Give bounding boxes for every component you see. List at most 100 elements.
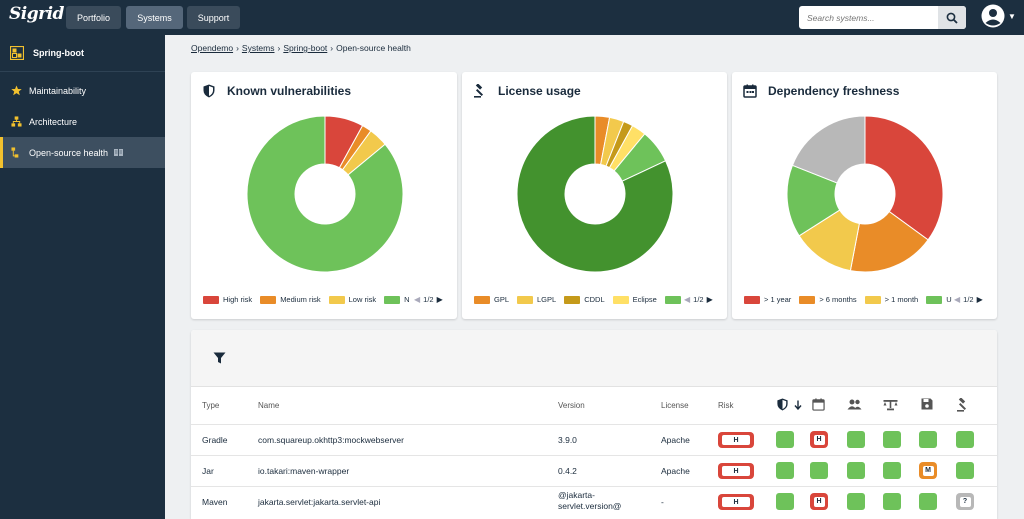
next-page-arrow[interactable]: ▶ bbox=[977, 295, 983, 304]
sidebar-item-architecture[interactable]: Architecture bbox=[0, 106, 165, 137]
next-page-arrow[interactable]: ▶ bbox=[437, 295, 443, 304]
legend-pager: ◀ 1/2 ▶ bbox=[684, 295, 713, 304]
legend-item[interactable]: Low risk bbox=[328, 295, 376, 304]
breadcrumb-spring-boot[interactable]: Spring-boot bbox=[283, 43, 327, 53]
card-title: Dependency freshness bbox=[743, 84, 899, 98]
management-column-save-icon[interactable] bbox=[921, 398, 933, 410]
legend-item[interactable]: > 1 year bbox=[744, 295, 791, 304]
system-icon bbox=[10, 46, 24, 60]
legend-item[interactable]: > 6 months bbox=[799, 295, 857, 304]
breadcrumb-opendemo[interactable]: Opendemo bbox=[191, 43, 233, 53]
legend-item[interactable]: CDDL bbox=[564, 295, 605, 304]
activity-status-good[interactable] bbox=[847, 493, 865, 510]
breadcrumb-separator: › bbox=[330, 43, 334, 53]
sidebar-item-open-source-health[interactable]: Open-source health bbox=[0, 137, 165, 168]
vulnerability-status-good[interactable] bbox=[776, 431, 794, 448]
legal-column-gavel-icon[interactable] bbox=[956, 398, 970, 412]
stability-status-good[interactable] bbox=[883, 431, 901, 448]
legend-item[interactable]: N bbox=[384, 295, 410, 304]
freshness-status-high[interactable]: H bbox=[810, 431, 828, 448]
legend-item[interactable]: Medium risk bbox=[260, 295, 321, 304]
chart-legend: GPL LGPL CDDL Eclipse bbox=[474, 295, 682, 304]
column-header-license[interactable]: License bbox=[661, 401, 689, 410]
activity-status-good[interactable] bbox=[847, 462, 865, 479]
legend-swatch bbox=[612, 295, 629, 304]
stability-status-good[interactable] bbox=[883, 462, 901, 479]
sidebar-item-maintainability[interactable]: Maintainability bbox=[0, 75, 165, 106]
activity-status-good[interactable] bbox=[847, 431, 865, 448]
column-header-name[interactable]: Name bbox=[258, 401, 279, 410]
legend-item[interactable]: Eclipse bbox=[612, 295, 657, 304]
legend-swatch bbox=[799, 295, 816, 304]
search-button[interactable] bbox=[938, 6, 966, 29]
top-bar: Sigrid Portfolio Systems Support ▼ bbox=[0, 0, 1024, 35]
license-usage-card: License usage GPL LGPL CDDL Eclipse ◀ 1/… bbox=[462, 72, 727, 319]
legend-swatch bbox=[474, 295, 490, 304]
nav-portfolio-button[interactable]: Portfolio bbox=[66, 6, 121, 29]
legend-swatch bbox=[384, 295, 401, 304]
management-status-good[interactable] bbox=[919, 493, 937, 510]
column-header-risk[interactable]: Risk bbox=[718, 401, 734, 410]
risk-badge-high[interactable]: H bbox=[718, 463, 754, 479]
cell-license: - bbox=[661, 497, 664, 507]
legend-item[interactable]: > 1 month bbox=[864, 295, 919, 304]
license-donut-chart[interactable] bbox=[517, 116, 673, 272]
nav-systems-button[interactable]: Systems bbox=[126, 6, 183, 29]
table-row[interactable]: Maven jakarta.servlet:jakarta.servlet-ap… bbox=[191, 486, 997, 519]
risk-badge-high[interactable]: H bbox=[718, 494, 754, 510]
search-input[interactable] bbox=[799, 6, 938, 29]
prev-page-arrow[interactable]: ◀ bbox=[414, 295, 420, 304]
breadcrumb: Opendemo › Systems › Spring-boot › Open-sou… bbox=[191, 43, 411, 53]
legend-item[interactable] bbox=[664, 295, 682, 304]
cell-name[interactable]: jakarta.servlet:jakarta.servlet-api bbox=[258, 497, 380, 507]
table-row[interactable]: Jar io.takari:maven-wrapper 0.4.2 Apache… bbox=[191, 455, 997, 486]
legal-status-unknown[interactable]: ? bbox=[956, 493, 974, 510]
legend-item[interactable]: LGPL bbox=[517, 295, 556, 304]
legend-label: > 1 year bbox=[764, 295, 792, 304]
user-menu[interactable]: ▼ bbox=[981, 4, 1016, 28]
sort-down-arrow-icon[interactable] bbox=[794, 400, 802, 410]
documentation-icon[interactable] bbox=[114, 149, 124, 156]
calendar-icon bbox=[743, 84, 757, 98]
nav-support-button[interactable]: Support bbox=[187, 6, 240, 29]
column-header-type[interactable]: Type bbox=[202, 401, 219, 410]
chevron-down-icon: ▼ bbox=[1008, 11, 1016, 21]
stability-column-scale-icon[interactable] bbox=[883, 399, 898, 411]
vulnerability-status-good[interactable] bbox=[776, 462, 794, 479]
filter-icon[interactable] bbox=[213, 352, 226, 364]
table-row[interactable]: Gradle com.squareup.okhttp3:mockwebserve… bbox=[191, 424, 997, 455]
management-status-good[interactable] bbox=[919, 431, 937, 448]
cell-name[interactable]: com.squareup.okhttp3:mockwebserver bbox=[258, 435, 404, 445]
breadcrumb-separator: › bbox=[236, 43, 239, 53]
freshness-donut-chart[interactable] bbox=[787, 116, 943, 272]
vulnerabilities-donut-chart[interactable] bbox=[247, 116, 403, 272]
freshness-status-high[interactable]: H bbox=[810, 493, 828, 510]
activity-column-people-icon[interactable] bbox=[847, 399, 862, 410]
legend-label: > 1 month bbox=[884, 295, 919, 304]
legend-swatch bbox=[517, 295, 534, 304]
filter-bar bbox=[191, 330, 997, 387]
breadcrumb-systems[interactable]: Systems bbox=[242, 43, 275, 53]
card-title-text: License usage bbox=[498, 84, 581, 98]
shield-icon bbox=[203, 84, 215, 98]
cell-name[interactable]: io.takari:maven-wrapper bbox=[258, 466, 349, 476]
vulnerability-status-good[interactable] bbox=[776, 493, 794, 510]
freshness-column-calendar-icon[interactable] bbox=[812, 398, 825, 411]
legend-item[interactable]: High risk bbox=[203, 295, 252, 304]
management-status-medium[interactable]: M bbox=[919, 462, 937, 479]
vulnerability-column-shield-icon[interactable] bbox=[776, 398, 789, 411]
freshness-status-good[interactable] bbox=[810, 462, 828, 479]
risk-badge-high[interactable]: H bbox=[718, 432, 754, 448]
column-header-version[interactable]: Version bbox=[558, 401, 585, 410]
legend-item[interactable]: GPL bbox=[474, 295, 509, 304]
legal-status-good[interactable] bbox=[956, 431, 974, 448]
vulnerabilities-card: Known vulnerabilities High risk Medium r… bbox=[191, 72, 457, 319]
prev-page-arrow[interactable]: ◀ bbox=[954, 295, 960, 304]
stability-status-good[interactable] bbox=[883, 493, 901, 510]
sigrid-logo[interactable]: Sigrid bbox=[9, 4, 64, 24]
next-page-arrow[interactable]: ▶ bbox=[707, 295, 713, 304]
legend-item[interactable]: U bbox=[926, 295, 952, 304]
prev-page-arrow[interactable]: ◀ bbox=[684, 295, 690, 304]
legal-status-good[interactable] bbox=[956, 462, 974, 479]
legend-swatch bbox=[328, 295, 345, 304]
